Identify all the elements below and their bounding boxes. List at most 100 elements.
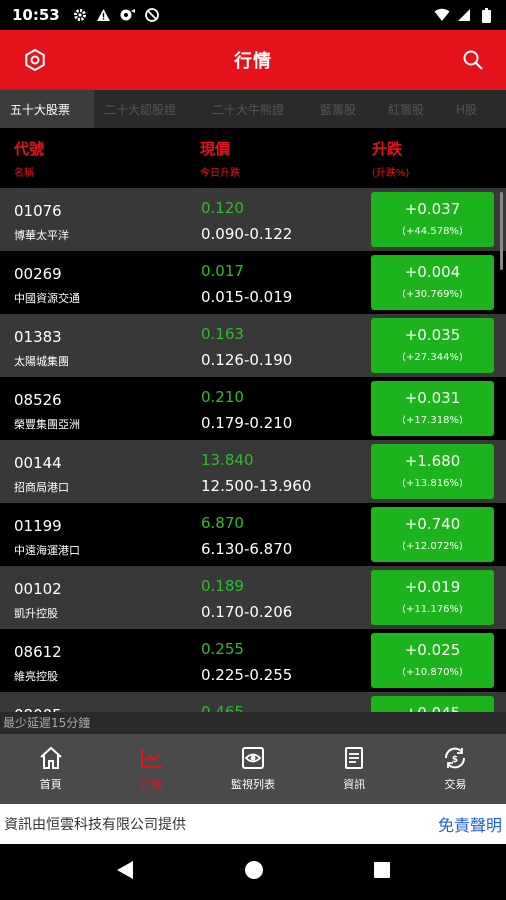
back-triangle-icon bbox=[116, 861, 133, 879]
change-badge[interactable]: +0.035 (+27.344%) bbox=[371, 318, 494, 373]
status-time: 10:53 bbox=[12, 6, 60, 24]
nav-trade-label: 交易 bbox=[444, 778, 467, 791]
header-price[interactable]: 現價 bbox=[200, 138, 230, 159]
table-row[interactable]: 08612 維亮控股 0.255 0.225-0.255 +0.025 (+10… bbox=[0, 629, 506, 692]
change-value: +0.019 bbox=[404, 578, 461, 596]
header-change[interactable]: 升跌 bbox=[372, 138, 402, 159]
search-button[interactable] bbox=[458, 45, 488, 75]
nav-news[interactable]: 資訊 bbox=[304, 734, 405, 804]
quote-list[interactable]: 01076 博華太平洋 0.120 0.090-0.122 +0.037 (+4… bbox=[0, 188, 506, 712]
stock-day-range: 0.126-0.190 bbox=[201, 351, 293, 369]
stock-name: 維亮控股 bbox=[14, 670, 58, 683]
change-percent: (+12.072%) bbox=[402, 541, 463, 552]
search-icon bbox=[463, 50, 483, 70]
table-row[interactable]: 08526 榮豐集團亞洲 0.210 0.179-0.210 +0.031 (+… bbox=[0, 377, 506, 440]
change-value: +0.035 bbox=[404, 326, 461, 344]
column-headers: 代號 名稱 現價 今日升跌 升跌 (升跌%) bbox=[0, 128, 506, 188]
stock-name: 太陽城集團 bbox=[14, 355, 69, 368]
table-row[interactable]: 01199 中遠海運港口 6.870 6.130-6.870 +0.740 (+… bbox=[0, 503, 506, 566]
stock-price: 0.017 bbox=[201, 262, 244, 280]
table-row[interactable]: 00102 凱升控股 0.189 0.170-0.206 +0.019 (+11… bbox=[0, 566, 506, 629]
nav-watchlist[interactable]: 監視列表 bbox=[202, 734, 303, 804]
change-value: +0.045 bbox=[371, 704, 494, 712]
header-code[interactable]: 代號 bbox=[14, 138, 44, 159]
change-badge[interactable]: +0.019 (+11.176%) bbox=[371, 570, 494, 625]
stock-day-range: 6.130-6.870 bbox=[201, 540, 293, 558]
change-badge[interactable]: +0.025 (+10.870%) bbox=[371, 633, 494, 688]
change-badge[interactable]: +1.680 (+13.816%) bbox=[371, 444, 494, 499]
battery-icon bbox=[478, 7, 494, 23]
change-value: +0.037 bbox=[404, 200, 461, 218]
stock-day-range: 0.090-0.122 bbox=[201, 225, 293, 243]
list-scrollbar[interactable] bbox=[500, 192, 503, 270]
stock-price: 0.189 bbox=[201, 577, 244, 595]
back-button[interactable] bbox=[115, 859, 135, 885]
change-badge[interactable]: +0.045 bbox=[371, 696, 494, 712]
stock-code: 08526 bbox=[14, 391, 62, 409]
settings-hexagon-icon bbox=[25, 48, 45, 72]
change-badge[interactable]: +0.031 (+17.318%) bbox=[371, 381, 494, 436]
tab-top50-stocks[interactable]: 五十大股票 bbox=[0, 90, 94, 128]
nav-quotes[interactable]: 行情 bbox=[101, 734, 202, 804]
stock-price: 0.163 bbox=[201, 325, 244, 343]
data-provider-footer: 資訊由恒雲科技有限公司提供 免責聲明 bbox=[0, 804, 506, 844]
recents-button[interactable] bbox=[373, 861, 391, 883]
stock-price: 6.870 bbox=[201, 514, 244, 532]
table-row[interactable]: 00269 中國資源交通 0.017 0.015-0.019 +0.004 (+… bbox=[0, 251, 506, 314]
tab-blue-chips[interactable]: 藍籌股 bbox=[310, 90, 378, 128]
signal-icon bbox=[456, 7, 472, 23]
stock-code: 01076 bbox=[14, 202, 62, 220]
stock-name: 凱升控股 bbox=[14, 607, 58, 620]
stock-name: 中遠海運港口 bbox=[14, 544, 80, 557]
table-row[interactable]: 01076 博華太平洋 0.120 0.090-0.122 +0.037 (+4… bbox=[0, 188, 506, 251]
change-value: +0.740 bbox=[404, 515, 461, 533]
trade-icon: $ bbox=[445, 747, 466, 769]
page-title: 行情 bbox=[234, 51, 272, 72]
stock-code: 01199 bbox=[14, 517, 62, 535]
recents-square-icon bbox=[374, 862, 391, 878]
change-badge[interactable]: +0.037 (+44.578%) bbox=[371, 192, 494, 247]
stock-code: 00102 bbox=[14, 580, 62, 598]
nav-trade[interactable]: $ 交易 bbox=[405, 734, 506, 804]
tab-top20-warrants[interactable]: 二十大認股證 bbox=[94, 90, 202, 128]
change-value: +0.025 bbox=[404, 641, 461, 659]
change-value: +1.680 bbox=[404, 452, 461, 470]
stock-code: 01383 bbox=[14, 328, 62, 346]
stock-code: 00144 bbox=[14, 454, 62, 472]
change-percent: (+10.870%) bbox=[402, 667, 463, 678]
disclaimer-link[interactable]: 免責聲明 bbox=[438, 812, 502, 836]
stock-day-range: 0.015-0.019 bbox=[201, 288, 293, 306]
settings-button[interactable] bbox=[20, 45, 50, 75]
wifi-icon bbox=[434, 7, 450, 23]
change-percent: (+11.176%) bbox=[402, 604, 463, 615]
change-value: +0.004 bbox=[404, 263, 461, 281]
stock-code: 00269 bbox=[14, 265, 62, 283]
change-percent: (+27.344%) bbox=[402, 352, 463, 363]
stock-name: 博華太平洋 bbox=[14, 229, 69, 242]
tab-h-shares[interactable]: H股 bbox=[446, 90, 506, 128]
table-row[interactable]: 01383 太陽城集團 0.163 0.126-0.190 +0.035 (+2… bbox=[0, 314, 506, 377]
stock-price: 0.255 bbox=[201, 640, 244, 658]
stock-day-range: 0.225-0.255 bbox=[201, 666, 293, 684]
nav-home[interactable]: 首頁 bbox=[0, 734, 101, 804]
chart-icon bbox=[140, 749, 162, 768]
settings-gear-icon bbox=[72, 7, 88, 23]
header-day-range: 今日升跌 bbox=[200, 168, 240, 179]
change-percent: (+30.769%) bbox=[402, 289, 463, 300]
table-row[interactable]: 08005 0.465 +0.045 bbox=[0, 692, 506, 712]
stock-day-range: 12.500-13.960 bbox=[201, 477, 312, 495]
tab-top20-cbbc[interactable]: 二十大牛熊證 bbox=[202, 90, 310, 128]
warning-icon bbox=[96, 7, 112, 23]
change-percent: (+13.816%) bbox=[402, 478, 463, 489]
app-header: 行情 bbox=[0, 30, 506, 90]
nav-home-label: 首頁 bbox=[39, 778, 62, 791]
stock-price: 0.210 bbox=[201, 388, 244, 406]
home-button[interactable] bbox=[244, 860, 264, 884]
category-tabs: 五十大股票 二十大認股證 二十大牛熊證 藍籌股 紅籌股 H股 bbox=[0, 90, 506, 128]
stock-name: 中國資源交通 bbox=[14, 292, 80, 305]
tab-red-chips[interactable]: 紅籌股 bbox=[378, 90, 446, 128]
change-badge[interactable]: +0.740 (+12.072%) bbox=[371, 507, 494, 562]
dnd-icon bbox=[144, 7, 160, 23]
change-badge[interactable]: +0.004 (+30.769%) bbox=[371, 255, 494, 310]
table-row[interactable]: 00144 招商局港口 13.840 12.500-13.960 +1.680 … bbox=[0, 440, 506, 503]
